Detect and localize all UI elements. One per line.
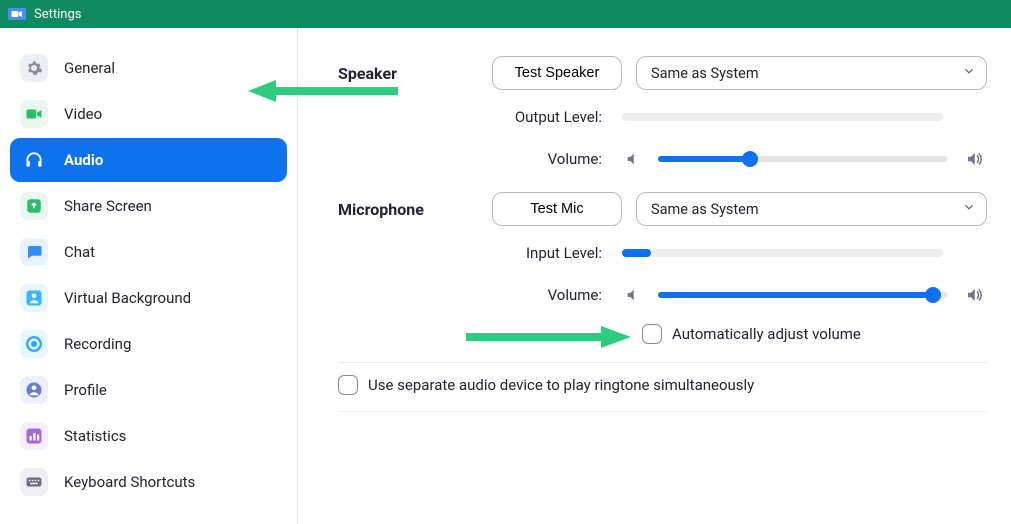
keyboard-icon <box>20 468 48 496</box>
sidebar-item-share-screen[interactable]: Share Screen <box>10 184 287 228</box>
window-title: Settings <box>34 7 81 22</box>
speaker-label: Speaker <box>338 64 478 83</box>
test-mic-button[interactable]: Test Mic <box>492 192 622 226</box>
microphone-label: Microphone <box>338 200 478 219</box>
chevron-down-icon <box>962 200 976 218</box>
speaker-device-select[interactable]: Same as System <box>636 56 987 90</box>
chevron-down-icon <box>962 64 976 82</box>
sidebar-item-label: Keyboard Shortcuts <box>64 473 195 491</box>
sidebar-item-label: Share Screen <box>64 197 152 215</box>
speaker-volume-row: Volume: <box>338 150 987 168</box>
share-icon <box>20 192 48 220</box>
sidebar-item-recording[interactable]: Recording <box>10 322 287 366</box>
sidebar-item-general[interactable]: General <box>10 46 287 90</box>
speaker-row: Speaker Test Speaker Same as System <box>338 56 987 90</box>
mic-volume-label: Volume: <box>338 286 608 304</box>
input-level-label: Input Level: <box>338 244 608 262</box>
output-level-label: Output Level: <box>338 108 608 126</box>
speaker-volume-slider[interactable] <box>658 150 947 168</box>
titlebar: Settings <box>0 0 1011 28</box>
sidebar-item-label: Video <box>64 105 102 123</box>
sidebar-item-profile[interactable]: Profile <box>10 368 287 412</box>
mic-volume-row: Volume: <box>338 286 987 304</box>
gear-icon <box>20 54 48 82</box>
sidebar-item-audio[interactable]: Audio <box>10 138 287 182</box>
section-divider <box>338 411 987 412</box>
section-divider <box>338 362 987 363</box>
mic-device-value: Same as System <box>651 201 759 218</box>
sidebar-item-chat[interactable]: Chat <box>10 230 287 274</box>
headphone-icon <box>20 146 48 174</box>
speaker-device-value: Same as System <box>651 65 759 82</box>
speaker-output-level <box>622 113 943 121</box>
audio-settings-panel: Speaker Test Speaker Same as System Outp… <box>298 28 1011 524</box>
sidebar-item-label: Statistics <box>64 427 126 445</box>
volume-high-icon <box>961 150 987 168</box>
sidebar-item-video[interactable]: Video <box>10 92 287 136</box>
person-bg-icon <box>20 284 48 312</box>
mic-volume-slider[interactable] <box>658 286 947 304</box>
sidebar-item-keyboard-shortcuts[interactable]: Keyboard Shortcuts <box>10 460 287 504</box>
separate-audio-device-label: Use separate audio device to play ringto… <box>368 376 754 394</box>
avatar-icon <box>20 376 48 404</box>
sidebar-item-virtual-background[interactable]: Virtual Background <box>10 276 287 320</box>
separate-audio-device-checkbox[interactable] <box>338 375 358 395</box>
mic-device-select[interactable]: Same as System <box>636 192 987 226</box>
test-speaker-button[interactable]: Test Speaker <box>492 56 622 90</box>
sidebar-item-label: Recording <box>64 335 131 353</box>
mic-input-level <box>622 249 943 257</box>
sidebar-item-label: Profile <box>64 381 107 399</box>
annotation-arrow-auto-adjust <box>466 322 636 352</box>
speaker-volume-label: Volume: <box>338 150 608 168</box>
record-icon <box>20 330 48 358</box>
auto-adjust-volume-row: Automatically adjust volume <box>642 324 987 344</box>
volume-low-icon <box>622 287 644 303</box>
app-icon <box>8 8 26 20</box>
separate-audio-device-row: Use separate audio device to play ringto… <box>338 375 987 395</box>
auto-adjust-volume-checkbox[interactable] <box>642 324 662 344</box>
volume-low-icon <box>622 151 644 167</box>
volume-high-icon <box>961 286 987 304</box>
sidebar-item-label: General <box>64 59 115 77</box>
sidebar-item-statistics[interactable]: Statistics <box>10 414 287 458</box>
stats-icon <box>20 422 48 450</box>
sidebar-item-label: Chat <box>64 243 95 261</box>
settings-sidebar: General Video Audio Share Screen Chat Virtual… <box>0 28 298 524</box>
mic-input-level-row: Input Level: <box>338 244 987 262</box>
chat-icon <box>20 238 48 266</box>
microphone-row: Microphone Test Mic Same as System <box>338 192 987 226</box>
auto-adjust-volume-label: Automatically adjust volume <box>672 325 861 343</box>
speaker-output-level-row: Output Level: <box>338 108 987 126</box>
sidebar-item-label: Virtual Background <box>64 289 191 307</box>
video-icon <box>20 100 48 128</box>
sidebar-item-label: Audio <box>64 151 103 169</box>
